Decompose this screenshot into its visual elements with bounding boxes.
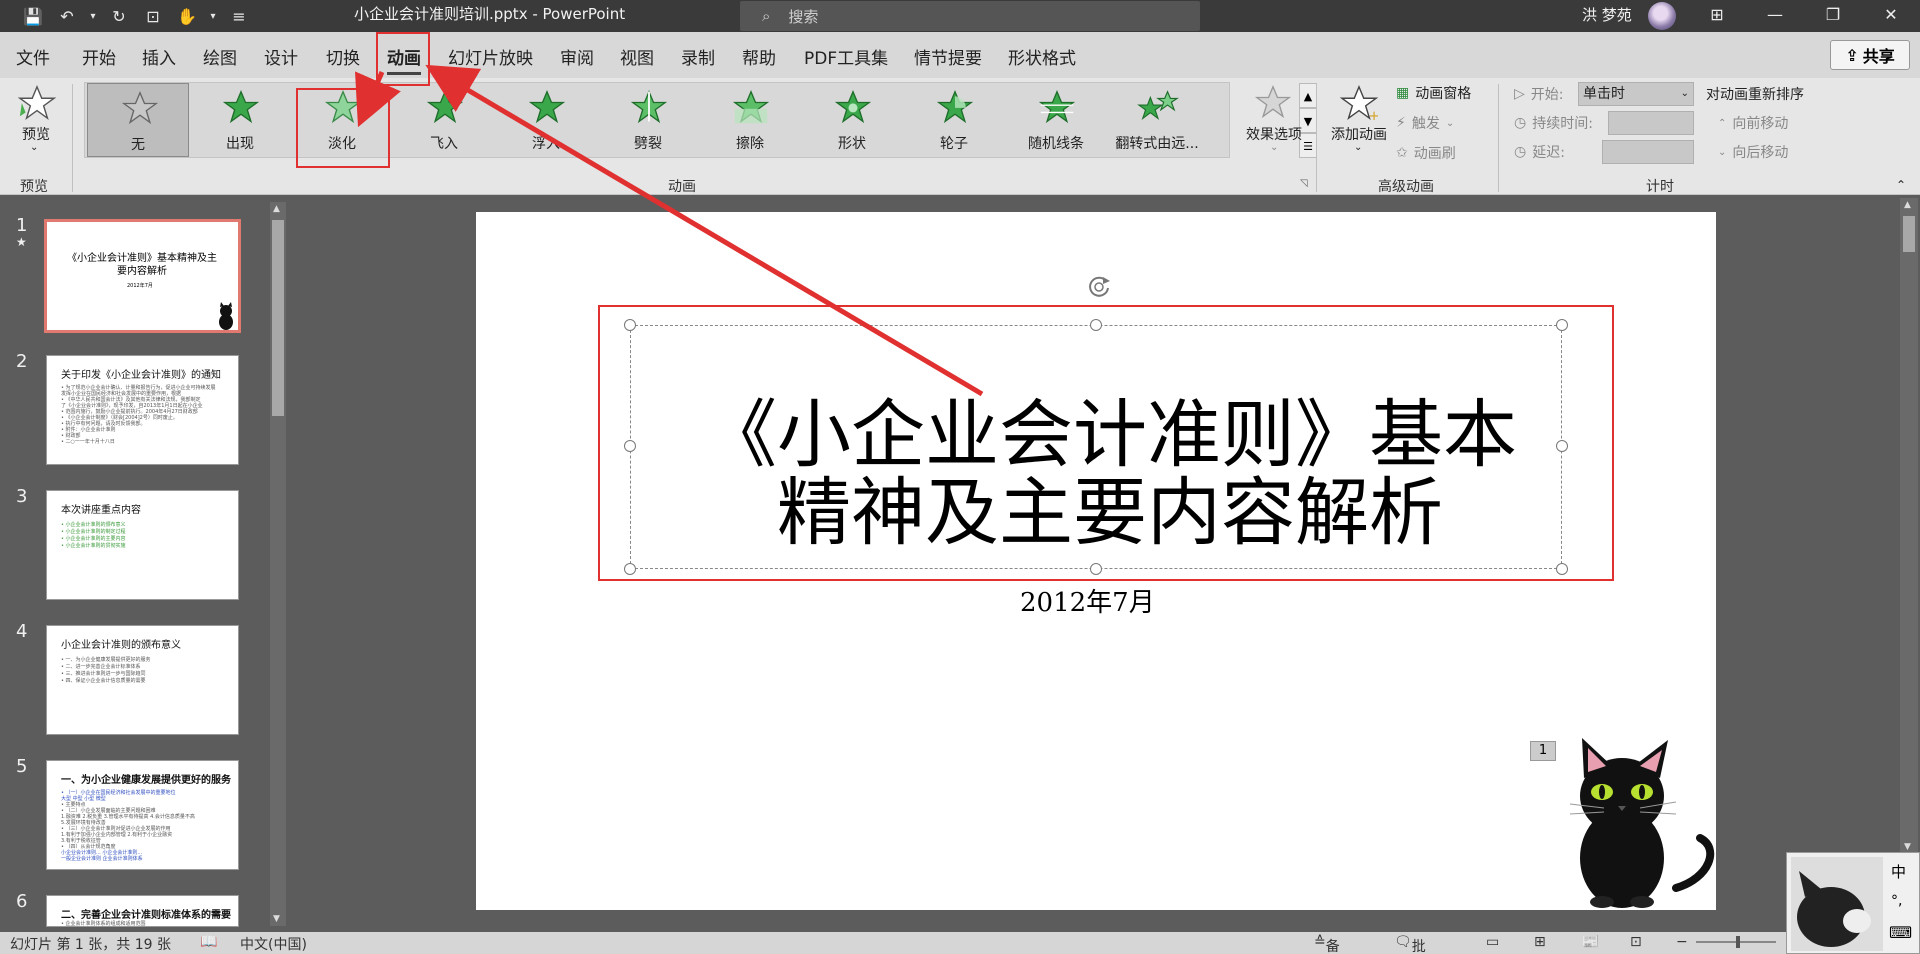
slide-sorter-icon[interactable]: ⊞: [1534, 934, 1546, 950]
notes-label: 备注: [1325, 939, 1340, 954]
reading-view-icon[interactable]: 📰: [1582, 934, 1599, 950]
comments-label: 批注: [1411, 939, 1426, 954]
notes-button[interactable]: ≙ 备注: [1314, 934, 1340, 954]
zoom-slider-thumb[interactable]: [1736, 936, 1740, 948]
status-bar: 幻灯片 第 1 张，共 19 张 📖 中文(中国) ≙ 备注 🗨 批注 ▭ ⊞ …: [0, 932, 1920, 954]
zoom-out-icon[interactable]: −: [1676, 934, 1688, 950]
ime-mode-chinese[interactable]: 中: [1891, 861, 1906, 882]
language-status[interactable]: 中文(中国): [240, 934, 307, 954]
ime-cat-image: [1791, 857, 1883, 951]
slide-count: 幻灯片 第 1 张，共 19 张: [10, 937, 171, 953]
accessibility-icon[interactable]: 📖: [200, 934, 217, 950]
annotation-arrows: [355, 64, 984, 397]
ime-punctuation[interactable]: °,: [1891, 893, 1902, 909]
ime-widget[interactable]: 中 °, ⌨: [1786, 852, 1920, 954]
slideshow-view-icon[interactable]: ⊡: [1630, 934, 1642, 950]
ime-keyboard-icon[interactable]: ⌨: [1889, 923, 1912, 942]
annotation-arrow-to-tab: [425, 64, 984, 397]
annotation-arrow-to-fade: [355, 71, 401, 128]
normal-view-icon[interactable]: ▭: [1486, 934, 1499, 950]
comments-button[interactable]: 🗨 批注: [1394, 934, 1426, 954]
